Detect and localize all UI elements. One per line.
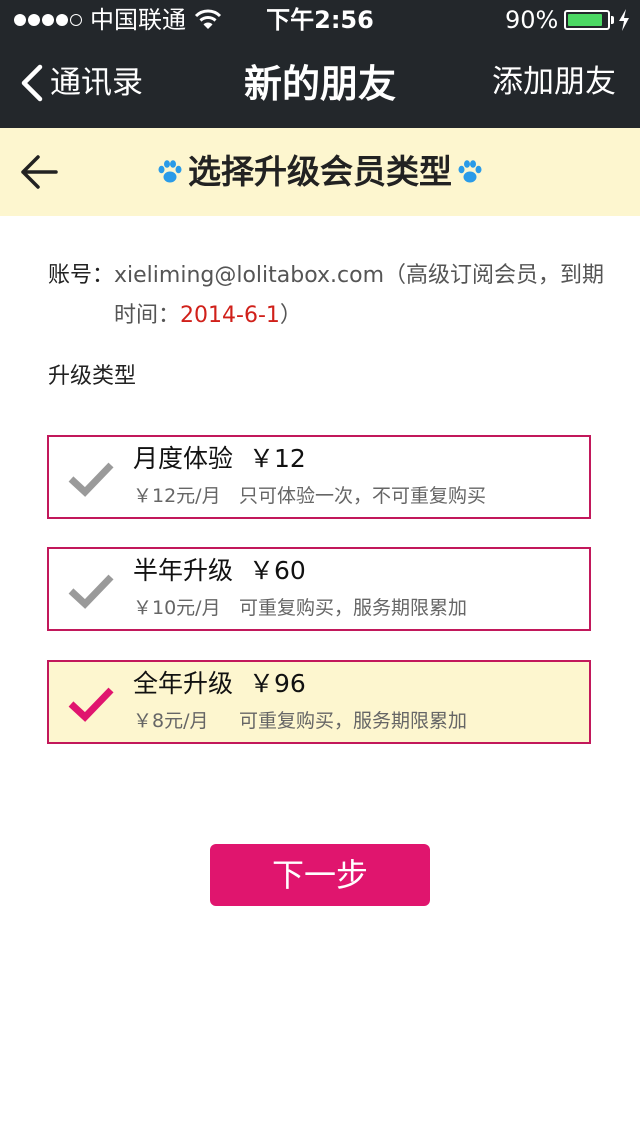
- option-name: 全年升级: [133, 669, 234, 698]
- back-to-contacts-button[interactable]: 通讯录: [18, 60, 143, 106]
- navigation-bar: 通讯录 新的朋友 添加朋友: [0, 40, 640, 128]
- battery-percent: 90%: [505, 6, 559, 34]
- battery-icon: [564, 10, 610, 30]
- option-unit-price: ￥10元/月: [133, 597, 221, 619]
- option-monthly-trial[interactable]: 月度体验 ￥12 ￥12元/月 只可体验一次，不可重复购买: [47, 435, 591, 519]
- membership-status: （高级订阅会员，到期: [384, 263, 605, 288]
- option-price: ￥12: [249, 444, 306, 473]
- charging-bolt-icon: [619, 9, 629, 31]
- option-price: ￥96: [249, 669, 306, 698]
- option-note: 可重复购买，服务期限累加: [239, 597, 468, 619]
- option-note: 可重复购买，服务期限累加: [239, 710, 468, 732]
- back-label: 通讯录: [50, 65, 143, 101]
- check-icon: [68, 462, 114, 497]
- option-unit-price: ￥12元/月: [133, 485, 221, 507]
- expiry-label: 时间：: [114, 303, 181, 328]
- expiry-date: 2014-6-1: [180, 303, 280, 328]
- battery-level: [568, 14, 602, 26]
- option-unit-price: ￥8元/月: [133, 710, 209, 732]
- next-step-button[interactable]: 下一步: [210, 844, 430, 906]
- page-title: 选择升级会员类型: [188, 152, 452, 191]
- option-name: 半年升级: [133, 556, 234, 585]
- account-label: 账号：: [48, 263, 115, 288]
- option-full-year[interactable]: 全年升级 ￥96 ￥8元/月 可重复购买，服务期限累加: [47, 660, 591, 744]
- check-icon: [68, 574, 114, 609]
- check-icon: [68, 687, 114, 722]
- option-note: 只可体验一次，不可重复购买: [239, 485, 487, 507]
- paw-icon: [158, 160, 182, 183]
- status-bar: 中国联通 下午2:56 90%: [0, 0, 640, 40]
- option-name: 月度体验: [133, 444, 234, 473]
- option-price: ￥60: [249, 556, 306, 585]
- account-email: xieliming@lolitabox.com: [114, 263, 385, 288]
- page-title-group: 选择升级会员类型: [0, 150, 640, 194]
- page-header: 选择升级会员类型: [0, 128, 640, 216]
- account-info: 账号：xieliming@lolitabox.com（高级订阅会员，到期 时间：…: [48, 263, 605, 328]
- add-friend-button[interactable]: 添加朋友: [492, 60, 616, 104]
- paw-icon: [458, 160, 482, 183]
- top-bar: 中国联通 下午2:56 90% 通讯录 新的朋友 添加朋友: [0, 0, 640, 128]
- chevron-left-icon: [21, 64, 43, 102]
- option-half-year[interactable]: 半年升级 ￥60 ￥10元/月 可重复购买，服务期限累加: [47, 547, 591, 631]
- section-title: 升级类型: [48, 364, 137, 389]
